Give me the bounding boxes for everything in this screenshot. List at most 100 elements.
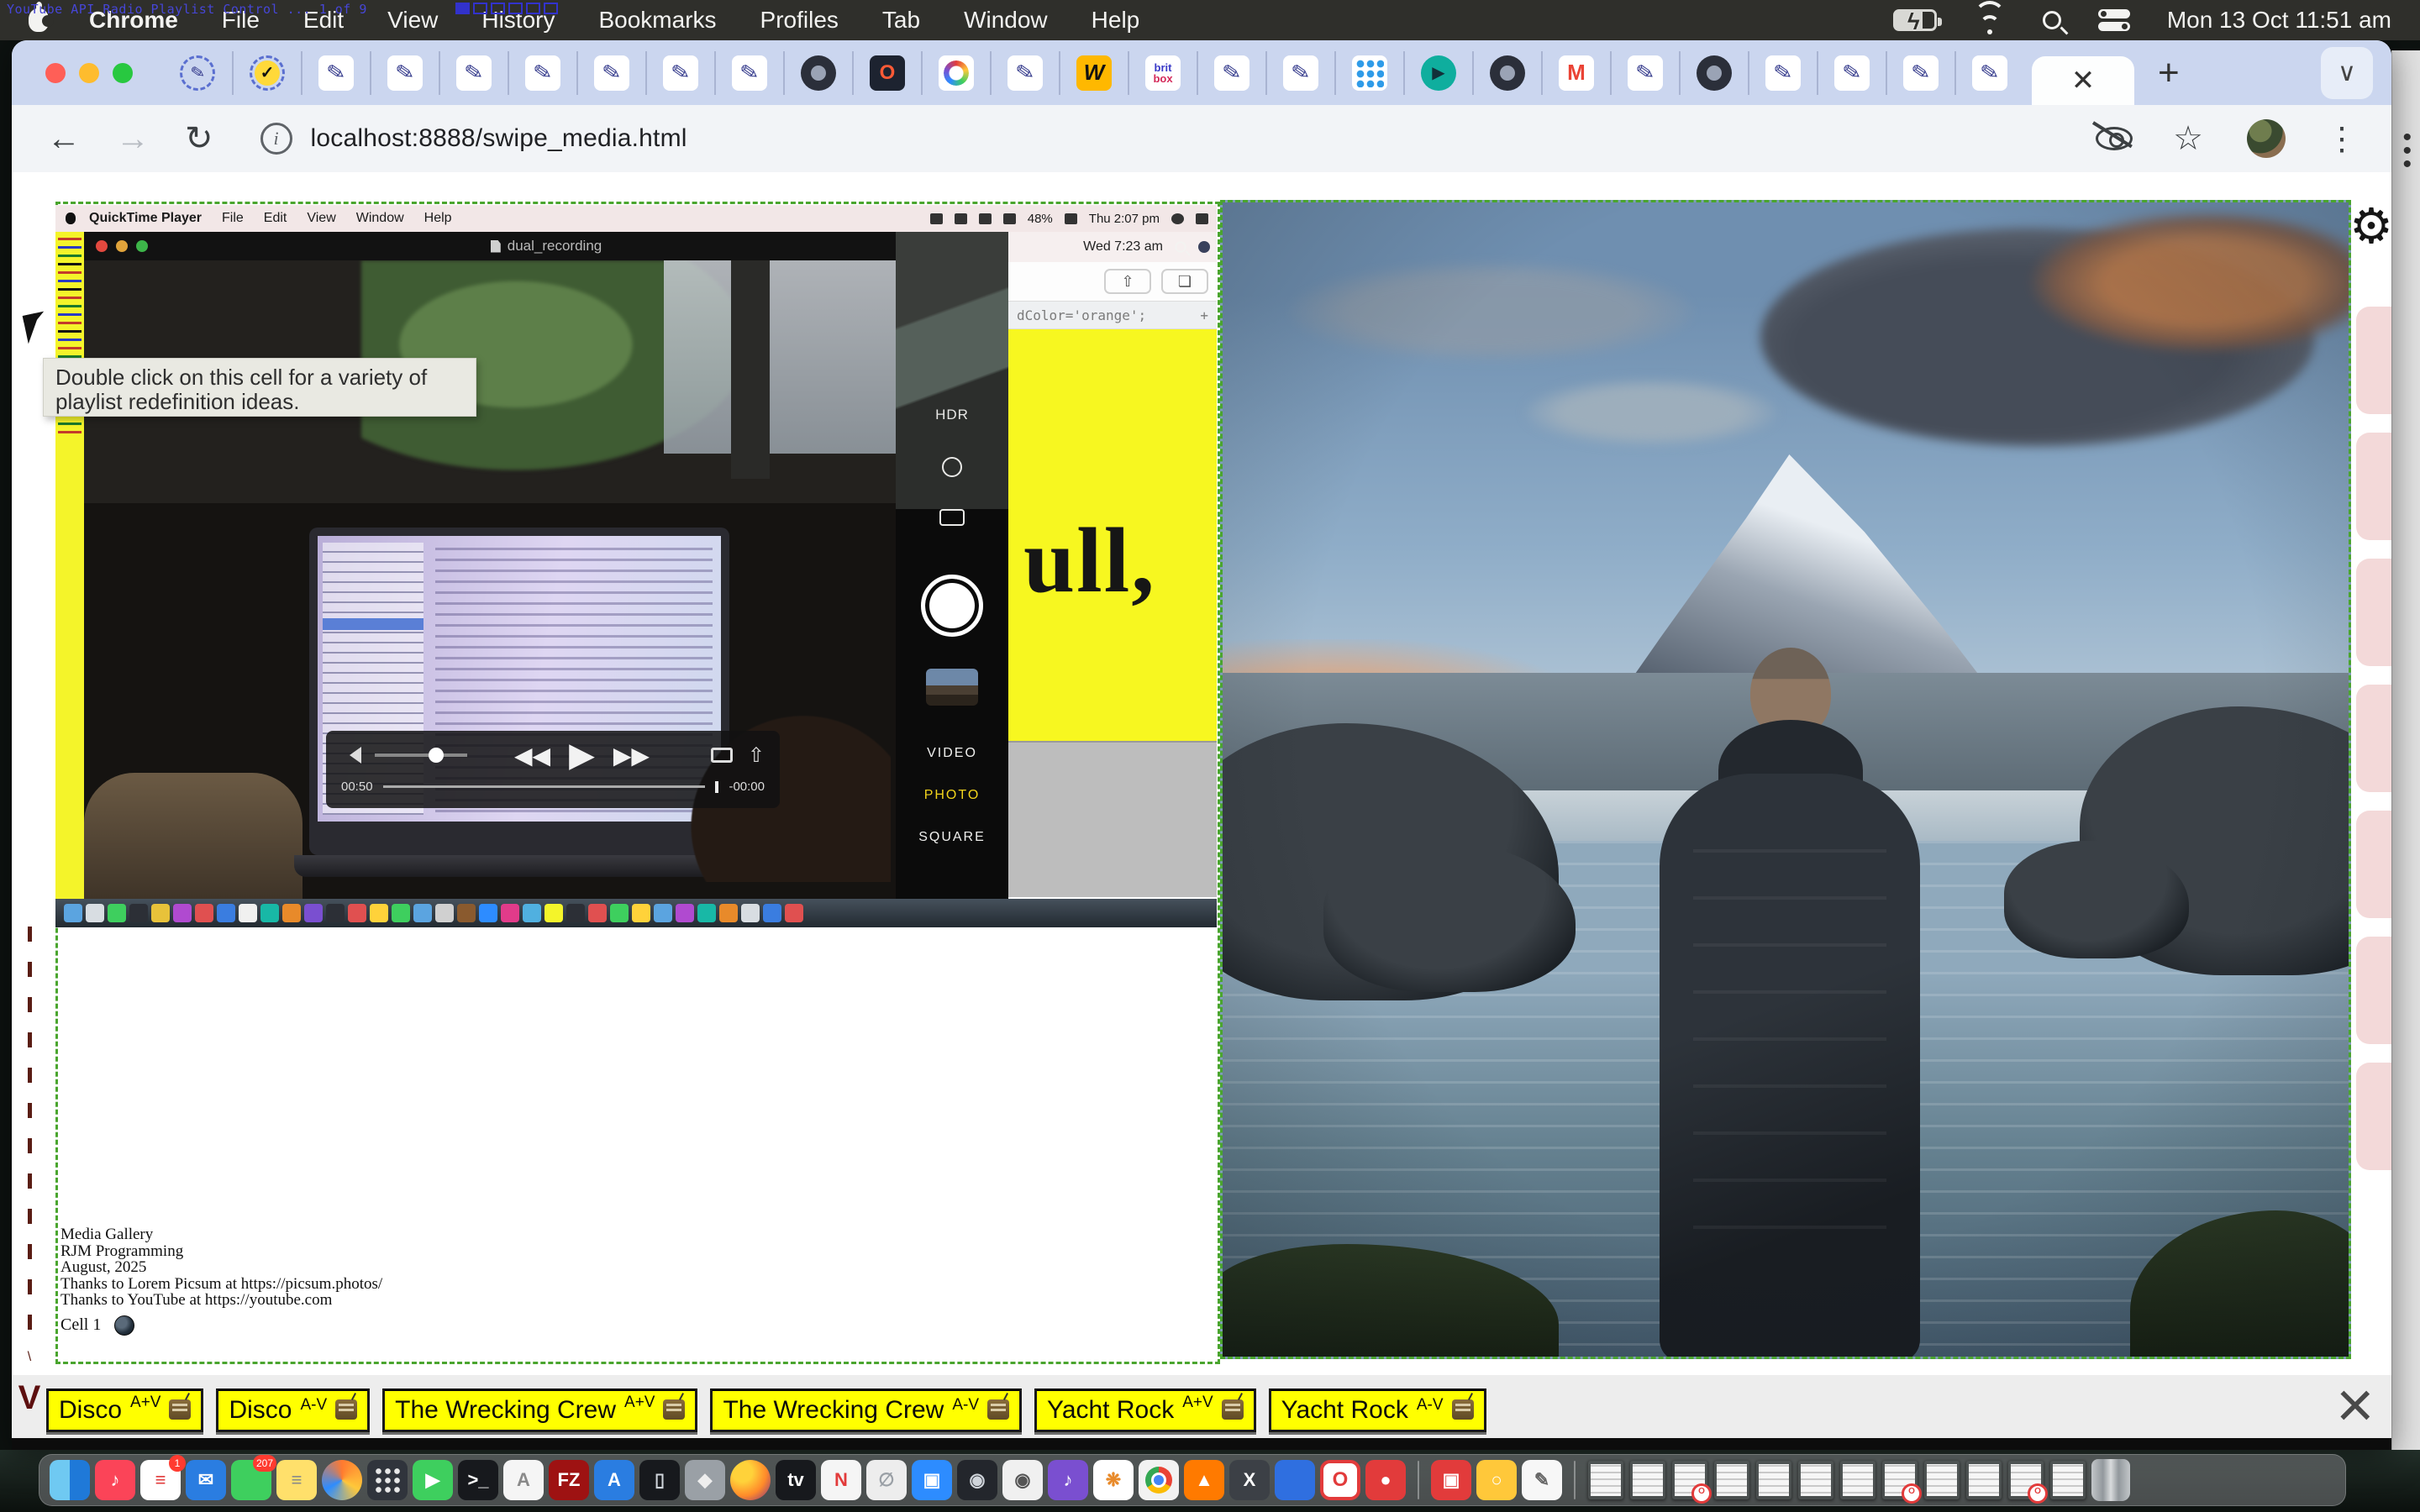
pink-pill[interactable] bbox=[2356, 307, 2391, 414]
dock-window-thumbnail[interactable] bbox=[1713, 1460, 1750, 1500]
dock-window-thumbnail[interactable] bbox=[2049, 1460, 2086, 1500]
pinned-tab-ring-pen[interactable] bbox=[163, 51, 232, 95]
wifi-icon[interactable] bbox=[1974, 8, 2006, 33]
photo-thumbnail[interactable] bbox=[926, 669, 978, 706]
close-window-button[interactable] bbox=[45, 63, 66, 83]
zoom-window-button[interactable] bbox=[113, 63, 133, 83]
dock-window-thumbnail[interactable] bbox=[1671, 1460, 1708, 1500]
playhead[interactable] bbox=[715, 781, 718, 793]
pinned-tab-opera[interactable] bbox=[852, 51, 921, 95]
tab-search-button[interactable]: ∨ bbox=[2321, 47, 2373, 99]
minimize-window-button[interactable] bbox=[79, 63, 99, 83]
hdr-label[interactable]: HDR bbox=[935, 407, 969, 423]
dock-icon-zoom[interactable]: ▣ bbox=[912, 1460, 952, 1500]
pinned-tab-pen[interactable] bbox=[1265, 51, 1334, 95]
pink-pill[interactable] bbox=[2356, 811, 2391, 918]
menu-item-window[interactable]: Window bbox=[964, 7, 1048, 34]
progress-bar[interactable] bbox=[383, 785, 706, 788]
mode-photo[interactable]: PHOTO bbox=[924, 788, 981, 803]
dock-window-thumbnail[interactable] bbox=[1923, 1460, 1960, 1500]
dock-icon-mail[interactable]: ✉ bbox=[186, 1460, 226, 1500]
menu-item-bookmarks[interactable]: Bookmarks bbox=[598, 7, 716, 34]
dock-icon-music[interactable]: ♪ bbox=[95, 1460, 135, 1500]
pinned-tab-pen[interactable] bbox=[370, 51, 439, 95]
pinned-tab-britbox[interactable]: britbox bbox=[1128, 51, 1197, 95]
dock-window-thumbnail[interactable] bbox=[1755, 1460, 1792, 1500]
pinned-tab-pen[interactable] bbox=[645, 51, 714, 95]
mode-square[interactable]: SQUARE bbox=[918, 830, 986, 845]
camera-flip-icon[interactable] bbox=[939, 509, 965, 526]
active-tab[interactable]: ✕ bbox=[2032, 56, 2134, 105]
pinned-tab-pen[interactable] bbox=[1817, 51, 1886, 95]
playlist-button-yacht-rock-a+v[interactable]: Yacht RockA+V bbox=[1034, 1389, 1256, 1432]
pinned-tab-grid[interactable] bbox=[1334, 51, 1403, 95]
pinned-tab-pen[interactable] bbox=[714, 51, 783, 95]
dock-window-thumbnail[interactable] bbox=[1839, 1460, 1876, 1500]
dock-window-thumbnail[interactable] bbox=[1797, 1460, 1834, 1500]
dock-icon-photo-booth[interactable] bbox=[322, 1460, 362, 1500]
dock-icon-chrome[interactable] bbox=[1139, 1460, 1179, 1500]
pink-pill[interactable] bbox=[2356, 685, 2391, 792]
timer-icon[interactable] bbox=[942, 457, 962, 477]
dock-window-thumbnail[interactable] bbox=[1587, 1460, 1624, 1500]
dock-icon-messages[interactable]: 207 bbox=[231, 1460, 271, 1500]
chrome-menu-icon[interactable]: ⋮ bbox=[2326, 120, 2358, 158]
playlist-button-the-wrecking-crew-a-v[interactable]: The Wrecking CrewA-V bbox=[710, 1389, 1022, 1432]
control-center-icon[interactable] bbox=[2098, 9, 2130, 31]
pinned-tab-pen[interactable] bbox=[439, 51, 508, 95]
dock-icon-filezilla[interactable]: FZ bbox=[549, 1460, 589, 1500]
pinned-tab-sbs[interactable] bbox=[1059, 51, 1128, 95]
menu-item-help[interactable]: Help bbox=[1092, 7, 1140, 34]
nested-share-button[interactable]: ⇧ bbox=[1104, 269, 1151, 294]
playback-controls[interactable]: ◀◀ ▶ ▶▶ ⇧ 00:50 bbox=[326, 731, 780, 808]
dock-icon-itunes[interactable]: ♪ bbox=[1048, 1460, 1088, 1500]
dock-icon-utility[interactable]: ◆ bbox=[685, 1460, 725, 1500]
mode-video[interactable]: VIDEO bbox=[927, 746, 977, 761]
pinned-tab-pen[interactable] bbox=[1954, 51, 2023, 95]
dock-icon-opera[interactable]: O bbox=[1320, 1460, 1360, 1500]
dock-icon-blocked[interactable]: ∅ bbox=[866, 1460, 907, 1500]
dock-icon-terminal[interactable]: >_ bbox=[458, 1460, 498, 1500]
dock-icon-blue-app[interactable] bbox=[1275, 1460, 1315, 1500]
dock-icon-photos[interactable]: ❋ bbox=[1093, 1460, 1134, 1500]
menu-item-tab[interactable]: Tab bbox=[882, 7, 920, 34]
pink-pill[interactable] bbox=[2356, 559, 2391, 666]
dock-icon-camera-app[interactable]: ◉ bbox=[1002, 1460, 1043, 1500]
pink-pill[interactable] bbox=[2356, 433, 2391, 540]
pinned-tab-chrome[interactable] bbox=[1679, 51, 1748, 95]
pinned-tab-pen[interactable] bbox=[508, 51, 576, 95]
dock-icon-vlc[interactable]: ▲ bbox=[1184, 1460, 1224, 1500]
menu-clock[interactable]: Mon 13 Oct 11:51 am bbox=[2167, 7, 2391, 34]
media-cell-2-photo[interactable] bbox=[1220, 200, 2351, 1359]
volume-slider[interactable] bbox=[375, 753, 467, 757]
pinned-tab-pen[interactable] bbox=[1886, 51, 1954, 95]
dock-icon-facetime[interactable]: ▶ bbox=[413, 1460, 453, 1500]
playlist-button-disco-a-v[interactable]: DiscoA-V bbox=[216, 1389, 370, 1432]
forward-button[interactable]: → bbox=[116, 120, 150, 158]
rewind-button[interactable]: ◀◀ bbox=[514, 742, 550, 769]
bookmark-star-icon[interactable]: ☆ bbox=[2173, 119, 2203, 158]
new-tab-button[interactable]: + bbox=[2158, 52, 2180, 94]
pink-pill[interactable] bbox=[2356, 1063, 2391, 1170]
pinned-tab-ring-check[interactable] bbox=[232, 51, 301, 95]
dock-icon-apple-tv[interactable]: tv bbox=[776, 1460, 816, 1500]
shutter-button[interactable] bbox=[921, 575, 983, 637]
playlist-button-disco-a+v[interactable]: DiscoA+V bbox=[46, 1389, 203, 1432]
pinned-tab-pen[interactable] bbox=[1748, 51, 1817, 95]
dock-icon-red-app[interactable]: ● bbox=[1365, 1460, 1406, 1500]
reload-button[interactable]: ↻ bbox=[185, 119, 213, 158]
battery-icon[interactable]: ϟ bbox=[1893, 9, 1937, 31]
background-window-edge[interactable]: ••• bbox=[2391, 50, 2420, 1450]
pinned-tab-cplay[interactable] bbox=[1403, 51, 1472, 95]
pinned-tab-chrome[interactable] bbox=[783, 51, 852, 95]
dock-window-thumbnail[interactable] bbox=[1965, 1460, 2002, 1500]
playlist-button-the-wrecking-crew-a+v[interactable]: The Wrecking CrewA+V bbox=[382, 1389, 697, 1432]
dock-icon-finder[interactable] bbox=[50, 1460, 90, 1500]
dock-icon-iphone-mirroring[interactable]: ▯ bbox=[639, 1460, 680, 1500]
dock-icon-lightbulb-app[interactable]: ○ bbox=[1476, 1460, 1517, 1500]
share-icon[interactable]: ⇧ bbox=[748, 743, 765, 768]
pinned-tab-gmail[interactable] bbox=[1541, 51, 1610, 95]
dock-icon-photos-red[interactable]: ▣ bbox=[1431, 1460, 1471, 1500]
video-player-cell[interactable]: QuickTime Player FileEditViewWindowHelp … bbox=[55, 205, 1217, 927]
playlist-button-yacht-rock-a-v[interactable]: Yacht RockA-V bbox=[1269, 1389, 1486, 1432]
